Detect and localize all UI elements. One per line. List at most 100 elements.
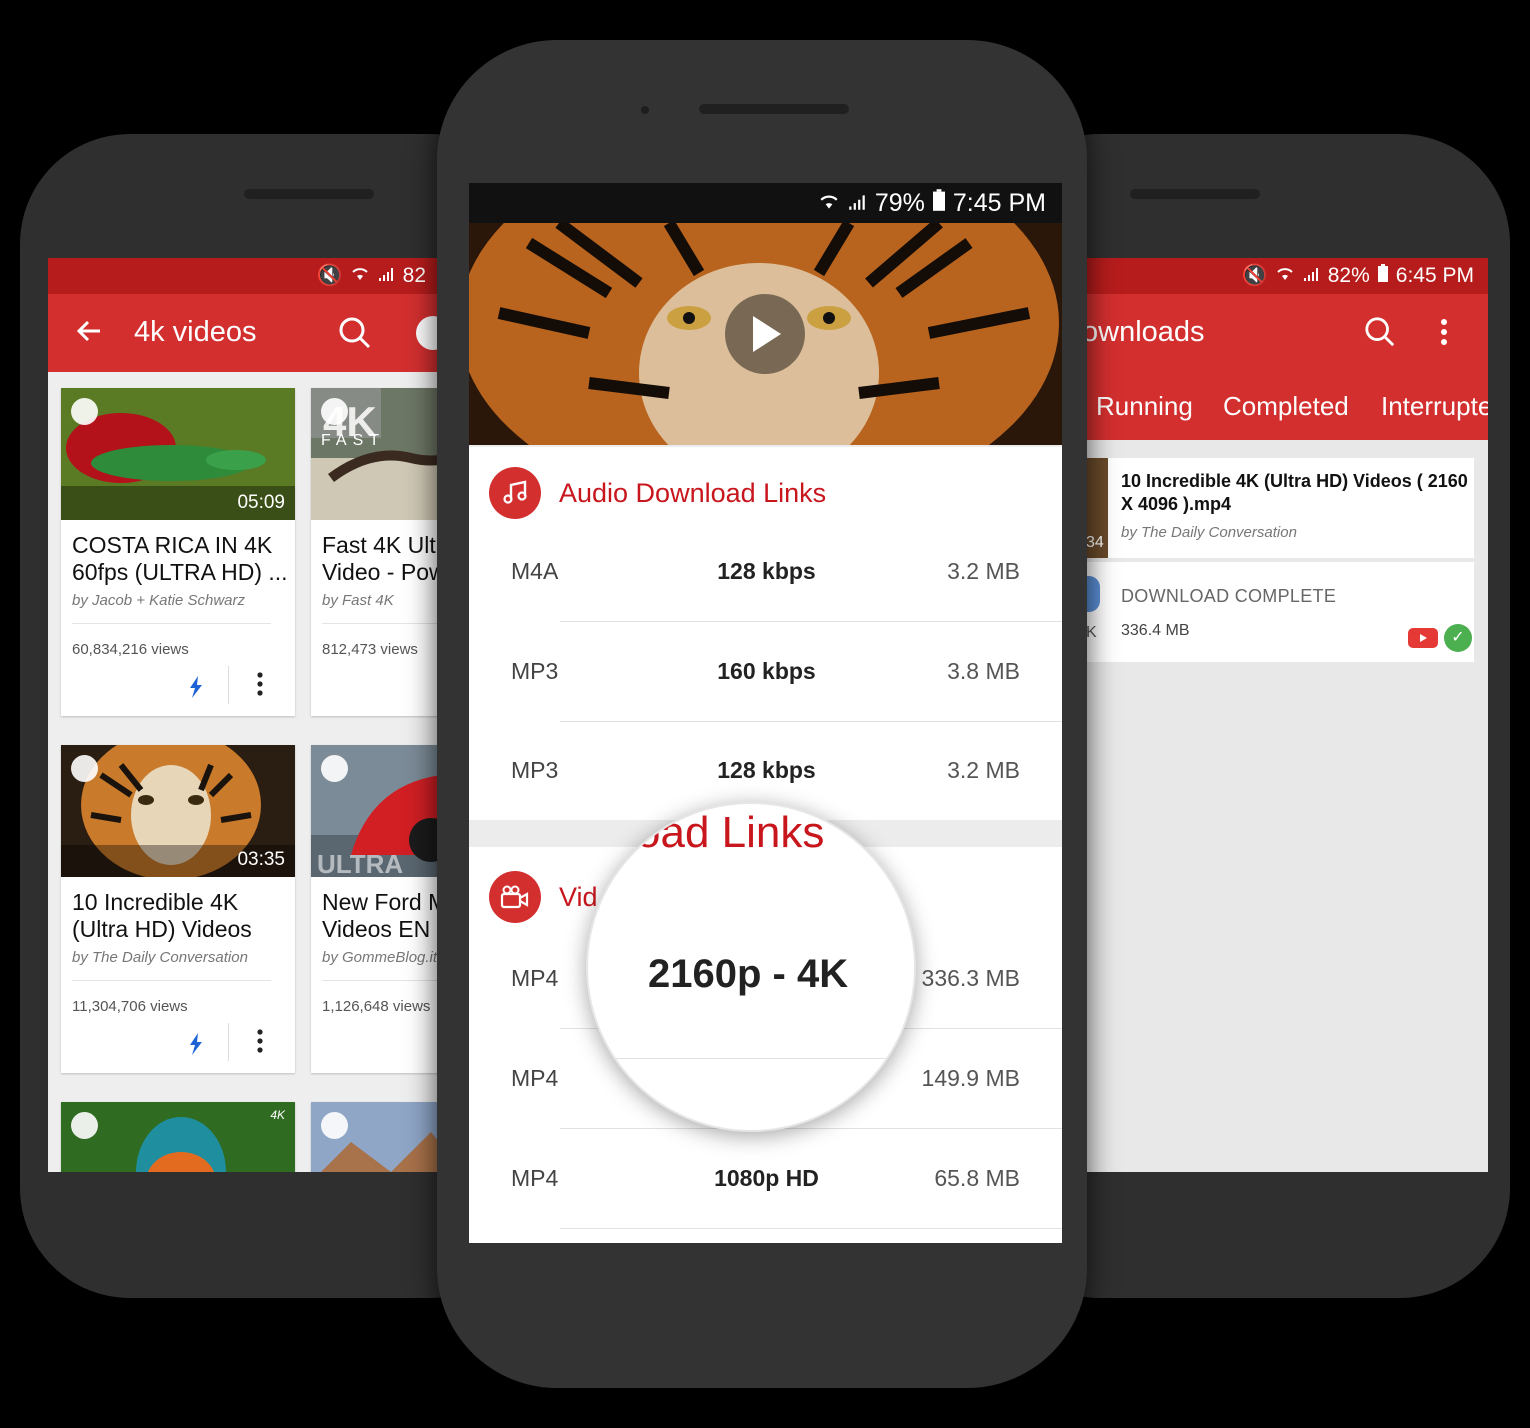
- status-bar: 🔇 82% 6:45 PM: [1086, 258, 1488, 294]
- video-card[interactable]: ULTRA New Ford M Videos EN 4 by GommeBlo…: [311, 745, 440, 1073]
- download-link-row[interactable]: MP3 160 kbps 3.8 MB: [469, 622, 1062, 722]
- clock: 7:45 PM: [952, 188, 1046, 217]
- tab-running[interactable]: Running: [1096, 391, 1193, 422]
- select-checkbox[interactable]: [321, 398, 348, 425]
- channel-name: by Fast 4K: [322, 592, 394, 609]
- search-icon[interactable]: [338, 316, 372, 355]
- right-phone-screen: 🔇 82% 6:45 PM ownloads Running Completed…: [1086, 258, 1488, 1172]
- video-title: Fast 4K Ultr Video - Pow: [322, 532, 440, 585]
- tab-completed[interactable]: Completed: [1223, 391, 1349, 422]
- front-camera: [641, 106, 649, 114]
- section-title: Vid: [559, 881, 598, 912]
- video-duration: 05:09: [237, 492, 285, 513]
- magnified-quality: 2160p - 4K: [648, 952, 849, 996]
- left-phone-speaker: [244, 189, 374, 199]
- video-card[interactable]: [311, 1102, 440, 1172]
- download-item[interactable]: 34 10 Incredible 4K (Ultra HD) Videos ( …: [1086, 458, 1474, 558]
- video-title: New Ford M Videos EN 4: [322, 889, 440, 942]
- page-title: ownloads: [1086, 316, 1205, 348]
- search-icon[interactable]: [1364, 316, 1396, 353]
- signal-icon: [1302, 264, 1320, 288]
- avatar: [1086, 576, 1100, 612]
- left-phone-screen: 🔇 82 4k videos 05:09 COSTA RICA IN 4K 60…: [48, 258, 440, 1172]
- mute-icon: 🔇: [316, 264, 343, 287]
- signal-icon: [847, 189, 867, 218]
- wifi-icon: [819, 189, 839, 218]
- tab-bar: Running Completed Interrupte: [1086, 372, 1488, 440]
- battery-percent: 82%: [1327, 264, 1370, 287]
- divider: [228, 666, 229, 704]
- video-duration: 03:35: [237, 849, 285, 870]
- wifi-icon: [1276, 264, 1294, 288]
- thumbnail-overlay-text: ULTRA: [317, 849, 404, 877]
- youtube-icon: [1408, 628, 1438, 648]
- signal-icon: [377, 264, 395, 288]
- battery-percent: 79%: [874, 188, 925, 217]
- video-thumbnail: ULTRA: [311, 745, 440, 877]
- divider: [228, 1023, 229, 1061]
- battery-icon: [1377, 264, 1388, 288]
- select-checkbox[interactable]: [71, 1112, 98, 1139]
- download-title: 10 Incredible 4K (Ultra HD) Videos ( 216…: [1121, 471, 1468, 514]
- file-size: 336.4 MB: [1121, 622, 1190, 639]
- thumbnail-overlay-text: 4K: [270, 1108, 285, 1122]
- status-bar: 79% 7:45 PM: [469, 183, 1062, 223]
- thumbnail-overlay-text: FAST: [321, 432, 386, 449]
- magnified-section-title: oad Links: [636, 808, 825, 857]
- select-checkbox[interactable]: [71, 398, 98, 425]
- select-checkbox[interactable]: [321, 755, 348, 782]
- right-phone-speaker: [1130, 189, 1260, 199]
- video-card[interactable]: 4K FAST Fast 4K Ultr Video - Pow by Fast…: [311, 388, 440, 716]
- video-camera-icon: [489, 871, 541, 923]
- download-link-row[interactable]: M4A 128 kbps 3.2 MB: [469, 522, 1062, 622]
- more-vert-icon[interactable]: [257, 1029, 263, 1053]
- video-card[interactable]: 4K: [61, 1102, 295, 1172]
- check-icon: ✓: [1444, 624, 1472, 652]
- download-status-card: K DOWNLOAD COMPLETE 336.4 MB ✓: [1086, 562, 1474, 662]
- more-vert-icon[interactable]: [257, 672, 263, 696]
- view-count: 60,834,216 views: [72, 641, 189, 658]
- channel-name: by The Daily Conversation: [1121, 524, 1297, 541]
- video-title: 10 Incredible 4K (Ultra HD) Videos: [72, 889, 252, 942]
- video-thumbnail: 03:35: [61, 745, 295, 877]
- more-vert-icon[interactable]: [1440, 318, 1448, 351]
- channel-name: by Jacob + Katie Schwarz: [72, 592, 246, 609]
- video-thumbnail: 4K FAST: [311, 388, 440, 520]
- video-thumbnail: 05:09: [61, 388, 295, 520]
- battery-percent: 82: [402, 264, 426, 287]
- lightning-download-icon[interactable]: [189, 1033, 203, 1061]
- audio-links-section: Audio Download Links M4A 128 kbps 3.2 MB…: [469, 447, 1062, 820]
- video-title: COSTA RICA IN 4K 60fps (ULTRA HD) ...: [72, 532, 288, 585]
- battery-icon: [932, 188, 945, 218]
- download-link-row[interactable]: MP4 1080p HD 65.8 MB: [469, 1129, 1062, 1229]
- download-status: DOWNLOAD COMPLETE: [1121, 586, 1337, 606]
- video-card[interactable]: 05:09 COSTA RICA IN 4K 60fps (ULTRA HD) …: [61, 388, 295, 716]
- divider: [608, 1058, 914, 1059]
- select-checkbox[interactable]: [321, 1112, 348, 1139]
- section-title: Audio Download Links: [559, 477, 827, 508]
- page-title: 4k videos: [134, 316, 257, 348]
- app-bar: ownloads: [1086, 294, 1488, 372]
- video-card[interactable]: 03:35 10 Incredible 4K (Ultra HD) Videos…: [61, 745, 295, 1073]
- view-count: 812,473 views: [322, 641, 418, 658]
- play-button[interactable]: [725, 294, 805, 374]
- back-arrow-icon[interactable]: [74, 316, 104, 354]
- select-checkbox[interactable]: [71, 755, 98, 782]
- lightning-download-icon[interactable]: [189, 676, 203, 704]
- center-phone-speaker: [699, 104, 849, 114]
- thumbnail-duration-fragment: 34: [1086, 534, 1104, 551]
- wifi-icon: [351, 264, 369, 288]
- status-bar: 🔇 82: [48, 258, 440, 294]
- channel-name: by GommeBlog.it: [322, 949, 438, 966]
- music-note-icon: [489, 467, 541, 519]
- video-player[interactable]: [469, 223, 1062, 445]
- view-count: 11,304,706 views: [72, 998, 188, 1015]
- clock: 6:45 PM: [1395, 264, 1474, 287]
- side-fragment: K: [1086, 624, 1097, 641]
- channel-name: by The Daily Conversation: [72, 949, 248, 966]
- magnifier-callout: oad Links 2160p - 4K: [586, 802, 916, 1132]
- mute-icon: 🔇: [1241, 264, 1268, 287]
- view-count: 1,126,648 views: [322, 998, 431, 1015]
- app-bar: 4k videos: [48, 294, 440, 372]
- tab-interrupted[interactable]: Interrupte: [1381, 391, 1488, 422]
